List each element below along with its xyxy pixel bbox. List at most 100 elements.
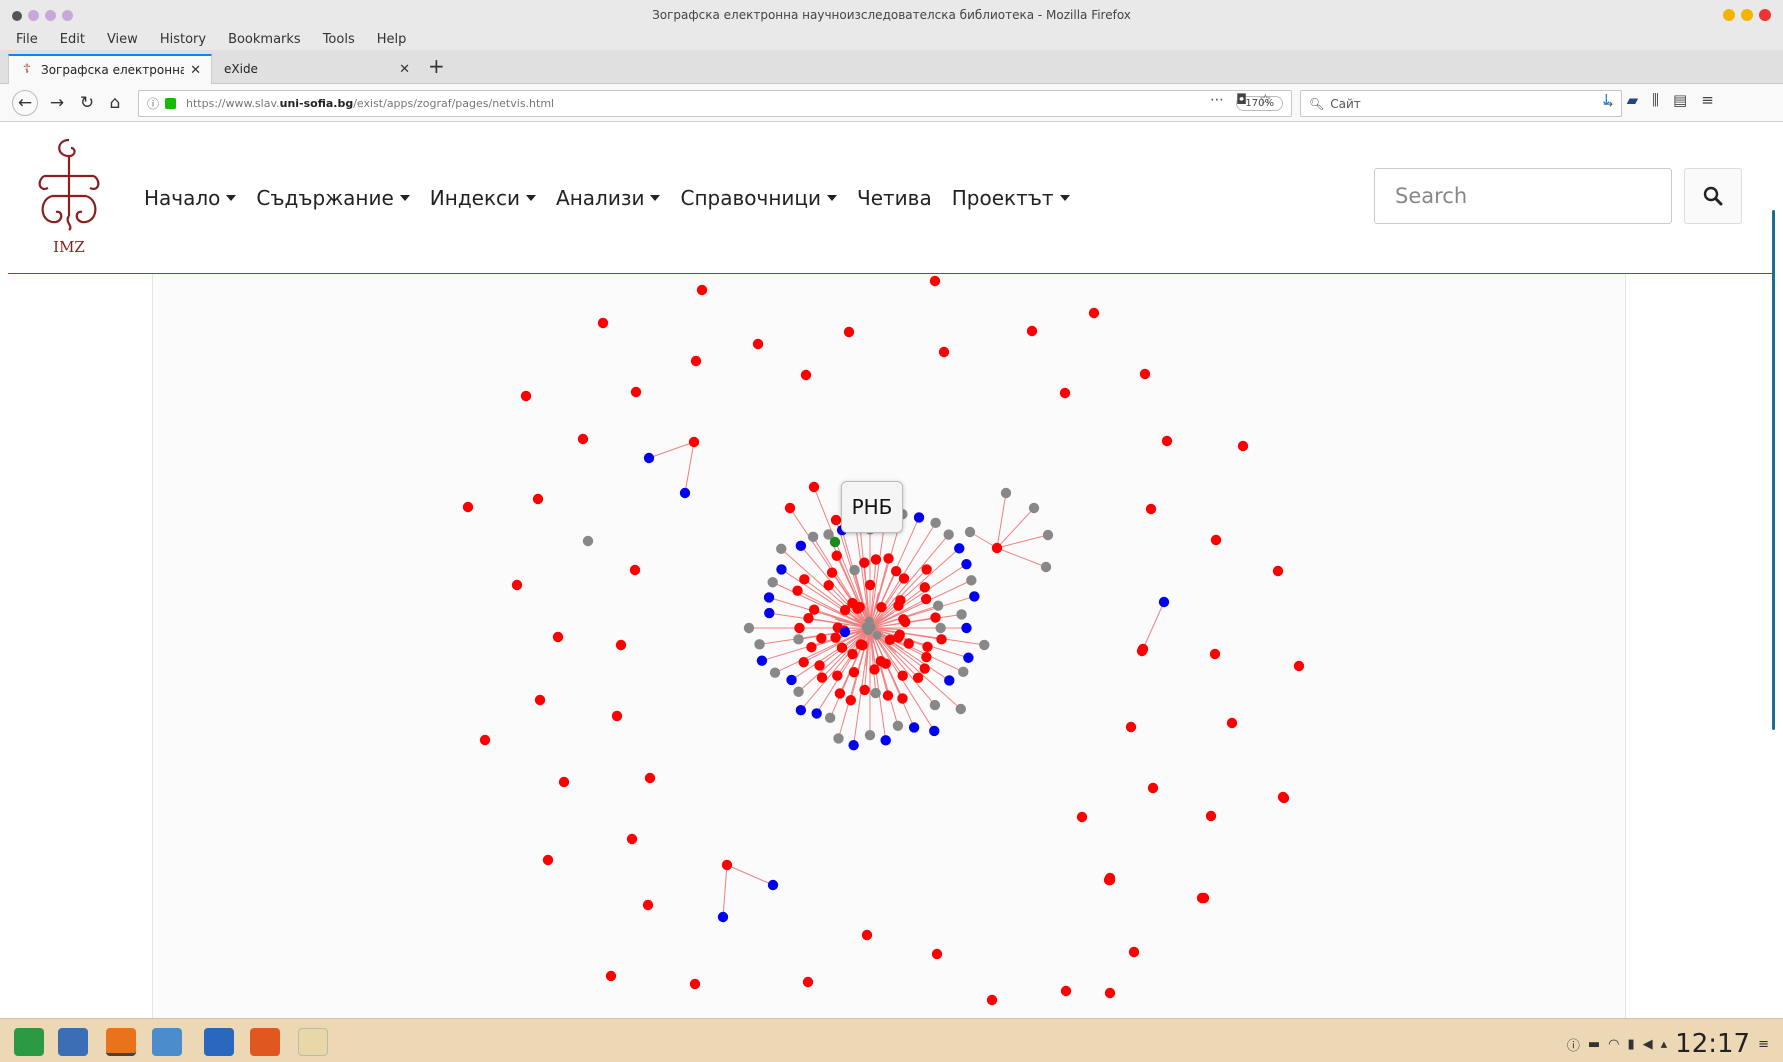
graph-node[interactable] <box>933 600 944 611</box>
graph-node[interactable] <box>869 664 880 675</box>
graph-node[interactable] <box>922 641 933 652</box>
graph-node[interactable] <box>908 722 920 733</box>
site-search-button[interactable] <box>1684 168 1742 224</box>
graph-node[interactable] <box>1205 810 1217 822</box>
graph-node[interactable] <box>642 899 654 911</box>
graph-node[interactable] <box>864 616 874 626</box>
graph-node[interactable] <box>1104 987 1116 999</box>
graph-node[interactable] <box>1128 946 1140 958</box>
graph-node[interactable] <box>864 729 876 741</box>
graph-node[interactable] <box>929 699 941 711</box>
text-editor-icon[interactable] <box>298 1028 328 1056</box>
graph-node[interactable] <box>1042 529 1054 541</box>
graph-node[interactable] <box>792 585 803 596</box>
graph-node[interactable] <box>839 604 851 616</box>
graph-node[interactable] <box>864 579 876 591</box>
graph-node[interactable] <box>679 487 691 499</box>
graph-node[interactable] <box>854 601 865 613</box>
graph-node[interactable] <box>929 725 940 737</box>
menu-edit[interactable]: Edit <box>60 32 85 47</box>
graph-node[interactable] <box>721 859 733 871</box>
graph-node[interactable] <box>880 658 891 669</box>
graph-node[interactable] <box>752 338 764 350</box>
address-bar[interactable]: ⓘ https://www.slav.uni-sofia.bg/exist/ap… <box>138 90 1292 117</box>
graph-node[interactable] <box>816 672 828 683</box>
graph-node[interactable] <box>1059 387 1071 399</box>
graph-node[interactable] <box>558 776 570 788</box>
browser-search-field[interactable]: 🔍︎ Сайт → <box>1300 90 1622 117</box>
graph-node[interactable] <box>882 690 894 701</box>
graph-node[interactable] <box>577 433 589 445</box>
graph-node[interactable] <box>897 670 908 681</box>
graph-node[interactable] <box>1158 596 1170 608</box>
nav-analyses[interactable]: Анализи <box>556 186 661 210</box>
graph-node[interactable] <box>1161 435 1173 447</box>
graph-node[interactable] <box>1272 565 1284 577</box>
graph-node[interactable] <box>930 517 941 529</box>
battery-icon[interactable]: ▮ <box>1627 1037 1634 1052</box>
graph-node[interactable] <box>920 593 932 605</box>
graph-node[interactable] <box>688 436 700 448</box>
graph-node[interactable] <box>690 355 702 367</box>
graph-node[interactable] <box>890 566 902 577</box>
graph-node[interactable] <box>1209 648 1221 660</box>
graph-node[interactable] <box>859 557 870 568</box>
app-menu-icon[interactable] <box>14 1028 44 1056</box>
graph-node[interactable] <box>808 481 820 493</box>
graph-node[interactable] <box>963 652 974 663</box>
url-text[interactable]: https://www.slav.uni-sofia.bg/exist/apps… <box>186 97 554 110</box>
graph-node[interactable] <box>884 634 896 646</box>
graph-node[interactable] <box>1147 782 1159 794</box>
graph-node[interactable] <box>795 704 807 716</box>
graph-node[interactable] <box>897 693 908 704</box>
graph-node[interactable] <box>958 666 969 678</box>
graph-node[interactable] <box>830 514 842 526</box>
bookmark-star-icon[interactable]: ☆ <box>1259 92 1272 108</box>
graph-node[interactable] <box>1125 721 1137 733</box>
graph-node[interactable] <box>929 275 941 287</box>
graph-node[interactable] <box>1278 792 1290 804</box>
graph-node[interactable] <box>870 687 881 699</box>
graph-node[interactable] <box>836 642 848 654</box>
graph-node[interactable] <box>1000 487 1012 499</box>
graph-node[interactable] <box>479 734 491 746</box>
graph-node[interactable] <box>938 346 950 358</box>
graph-node[interactable] <box>689 978 701 990</box>
window-controls[interactable] <box>1723 9 1771 21</box>
files-icon[interactable] <box>58 1028 88 1056</box>
graph-node[interactable] <box>808 604 820 615</box>
taskbar-menu-icon[interactable]: ≡ <box>1758 1037 1769 1052</box>
graph-node[interactable] <box>861 929 873 941</box>
graph-node[interactable] <box>1028 502 1040 514</box>
graph-node[interactable] <box>793 634 804 645</box>
graph-node[interactable] <box>794 622 805 634</box>
graph-node[interactable] <box>833 733 844 744</box>
graph-node[interactable] <box>986 994 998 1006</box>
graph-node[interactable] <box>1076 811 1088 823</box>
graph-node[interactable] <box>696 284 708 296</box>
graph-node-green[interactable] <box>829 536 841 548</box>
info-icon[interactable]: ⓘ <box>147 95 159 112</box>
graph-node[interactable] <box>769 667 781 678</box>
wifi-icon[interactable]: ◠ <box>1608 1037 1619 1052</box>
graph-node[interactable] <box>1137 643 1149 655</box>
graph-node[interactable] <box>834 688 846 699</box>
graph-node[interactable] <box>615 639 627 651</box>
graph-node[interactable] <box>826 567 838 578</box>
graph-node[interactable] <box>597 317 609 329</box>
graph-node[interactable] <box>921 651 932 663</box>
graph-node[interactable] <box>824 712 836 724</box>
graph-node[interactable] <box>935 622 946 634</box>
graph-node[interactable] <box>793 686 804 697</box>
graph-node[interactable] <box>1198 892 1210 904</box>
graph-node[interactable] <box>795 540 807 552</box>
graph-node[interactable] <box>1040 561 1052 573</box>
graph-node[interactable] <box>912 672 924 683</box>
extension-icon[interactable]: ▰ <box>1627 91 1639 109</box>
graph-node[interactable] <box>798 656 809 668</box>
graph-node[interactable] <box>776 543 787 555</box>
file-manager-icon[interactable] <box>152 1028 182 1056</box>
graph-node[interactable] <box>605 970 617 982</box>
graph-node[interactable] <box>872 630 882 640</box>
graph-node[interactable] <box>776 564 787 575</box>
